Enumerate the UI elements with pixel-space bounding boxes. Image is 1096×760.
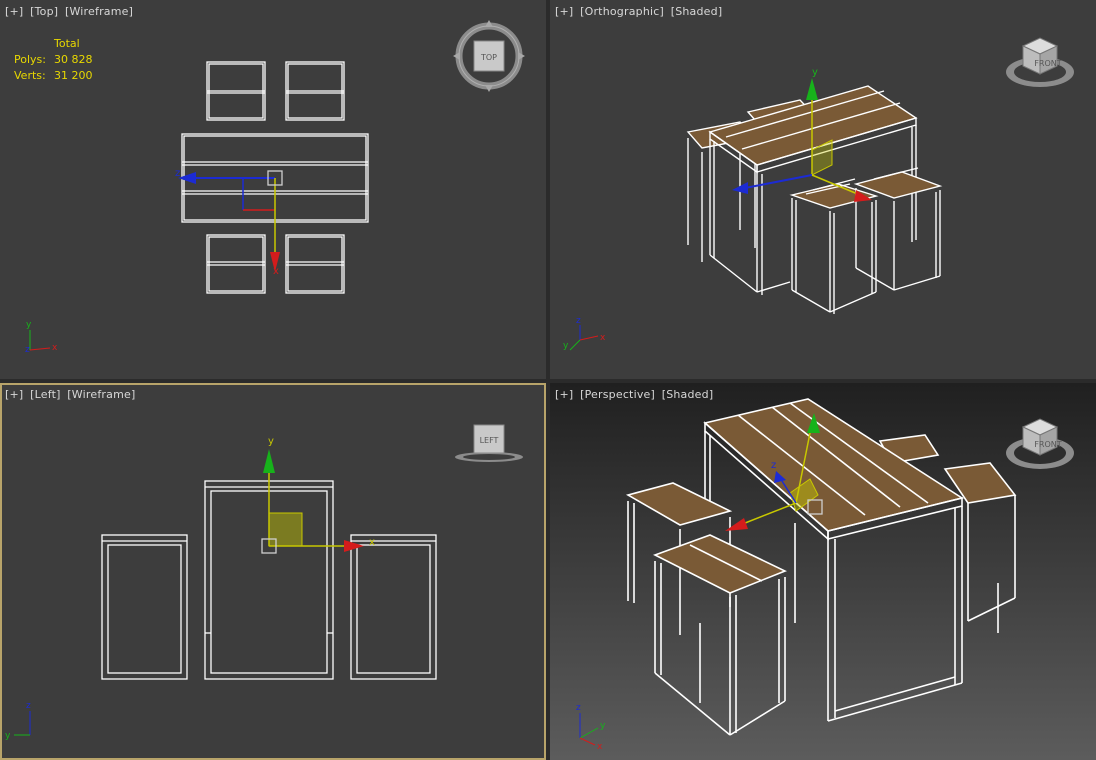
perspective-geometry: [625, 398, 1017, 736]
axis-tripod: z y: [5, 701, 31, 741]
tripod-x-label: x: [597, 742, 603, 752]
axis-tripod: z y x: [563, 316, 606, 351]
viewport-left[interactable]: [+] [Left] [Wireframe] y x LEFT z y: [0, 383, 546, 760]
viewcube-left[interactable]: LEFT: [455, 424, 523, 462]
gizmo-axis-y-label: y: [268, 436, 274, 447]
left-view-scene: y x LEFT z y: [5, 424, 523, 741]
top-view-scene: z x TOP y x z: [25, 20, 525, 355]
viewport-orthographic[interactable]: [+] [Orthographic] [Shaded] y FRONT z y …: [550, 0, 1096, 379]
perspective-view-scene: z FRONT z y x: [576, 398, 1074, 752]
gizmo-axis-x-label: x: [273, 266, 279, 277]
axis-tripod: z y x: [576, 703, 606, 752]
viewcube-face-label: TOP: [480, 53, 497, 62]
ortho-geometry: [686, 85, 943, 314]
gizmo-axis-z-label: z: [771, 460, 776, 471]
viewcube-face-label: FRONT: [1034, 440, 1061, 449]
viewcube-top[interactable]: TOP: [453, 20, 525, 92]
stool-top-view: [285, 234, 345, 294]
tripod-x-label: x: [600, 333, 606, 343]
axis-tripod: y x z: [25, 320, 58, 355]
viewcube-perspective[interactable]: FRONT: [1006, 418, 1074, 469]
tripod-y-label: y: [5, 731, 11, 741]
tripod-z-label: z: [26, 701, 31, 711]
tripod-x-label: x: [52, 343, 58, 353]
viewport-perspective[interactable]: [+] [Perspective] [Shaded] z FRONT z y x: [550, 383, 1096, 760]
tripod-z-label: z: [25, 345, 30, 355]
viewcube-face-label: LEFT: [480, 436, 499, 445]
viewcube-orthographic[interactable]: FRONT: [1006, 37, 1074, 87]
ortho-view-scene: y FRONT z y x: [563, 37, 1074, 351]
viewport-top[interactable]: [+] [Top] [Wireframe] Total Polys: 30 828…: [0, 0, 546, 379]
viewcube-face-label: FRONT: [1034, 59, 1061, 68]
stool-top-view: [206, 234, 266, 294]
tripod-z-label: z: [576, 316, 581, 326]
gizmo-axis-x-label: x: [369, 537, 375, 548]
gizmo-axis-y-label: y: [812, 67, 818, 78]
gizmo-axis-z-label: z: [175, 168, 180, 179]
tripod-y-label: y: [26, 320, 32, 330]
tripod-y-label: y: [563, 341, 569, 351]
tripod-z-label: z: [576, 703, 581, 713]
tripod-y-label: y: [600, 721, 606, 731]
